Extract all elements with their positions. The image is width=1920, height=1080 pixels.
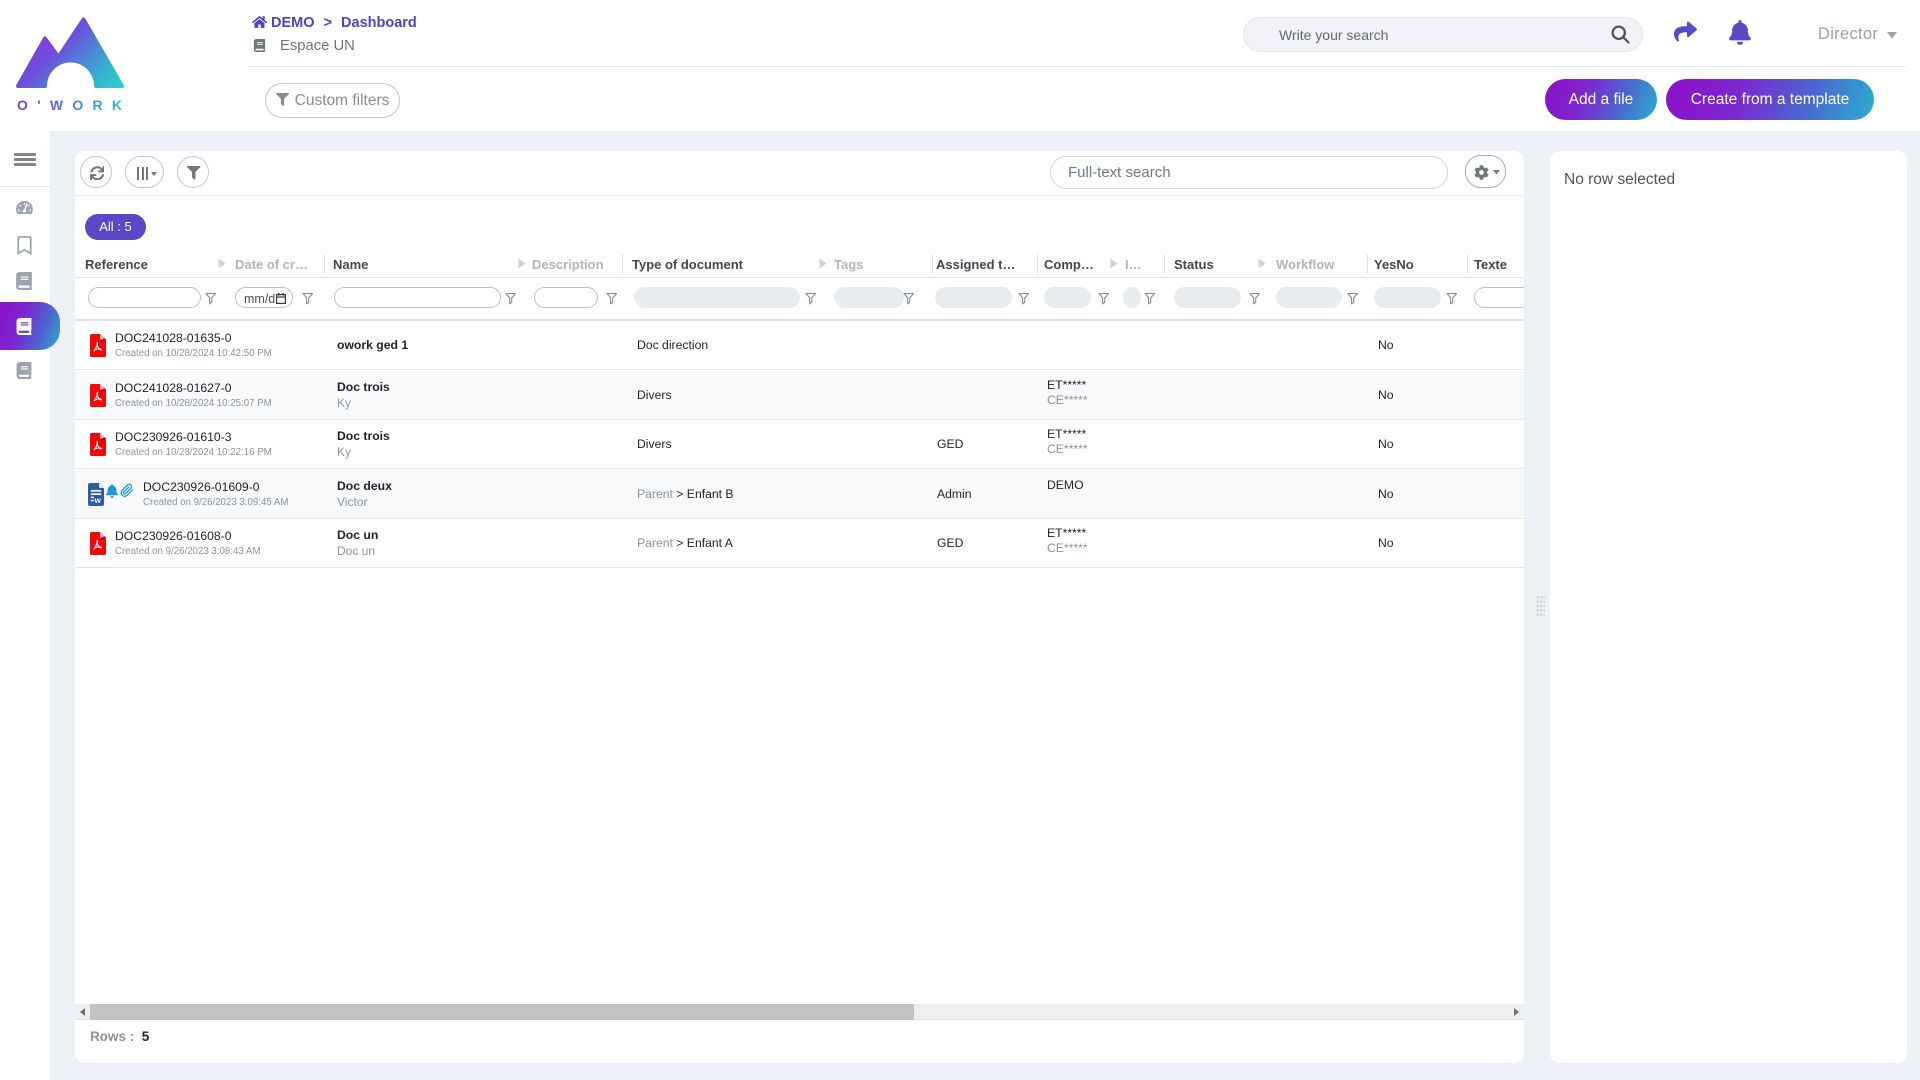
svg-text:O'WORK: O'WORK xyxy=(17,97,126,112)
